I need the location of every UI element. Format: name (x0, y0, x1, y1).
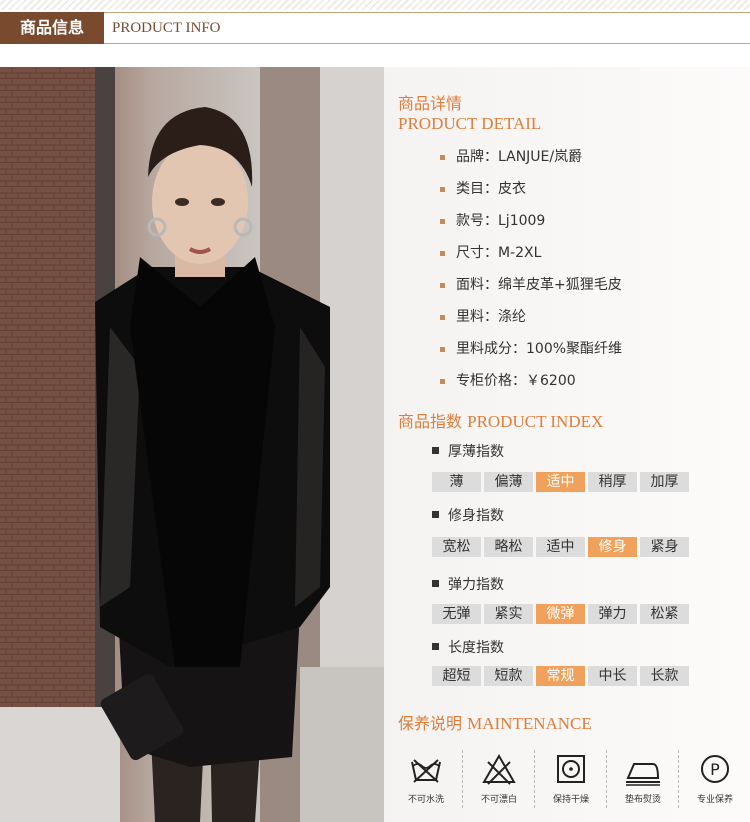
index-label-length: 长度指数 (432, 637, 504, 657)
header-title-cn: 商品信息 (0, 12, 104, 44)
index-option: 略松 (484, 537, 533, 557)
care-item-iron-with-cloth: 垫布熨烫 (606, 750, 678, 808)
index-label-elasticity: 弹力指数 (432, 574, 504, 594)
index-option: 松紧 (640, 604, 689, 624)
care-item-no-wash: 不可水洗 (390, 750, 462, 808)
index-option: 修身 (588, 537, 637, 557)
care-item-professional: P 专业保养 (678, 750, 750, 808)
maintenance-title-cn: 保养说明 (398, 714, 463, 733)
detail-item-fabric: 面料：绵羊皮革+狐狸毛皮 (440, 274, 622, 306)
index-option: 超短 (432, 666, 481, 686)
index-option: 长款 (640, 666, 689, 686)
index-label-thickness: 厚薄指数 (432, 441, 504, 461)
index-option: 适中 (536, 472, 585, 492)
no-wash-icon (411, 759, 441, 783)
index-title-en: PRODUCT INDEX (467, 412, 604, 431)
detail-title: 商品详情 PRODUCT DETAIL (398, 90, 541, 134)
care-label: 专业保养 (696, 795, 733, 805)
detail-item-price: 专柜价格：￥6200 (440, 370, 622, 402)
index-option: 宽松 (432, 537, 481, 557)
header-stripes (0, 0, 750, 10)
care-label: 垫布熨烫 (624, 795, 661, 805)
svg-text:P: P (710, 760, 720, 779)
index-option: 无弹 (432, 604, 481, 624)
index-title-cn: 商品指数 (398, 412, 463, 431)
care-label: 不可水洗 (407, 795, 444, 805)
detail-item-category: 类目：皮衣 (440, 178, 622, 210)
header-title-en: PRODUCT INFO (112, 20, 221, 36)
iron-with-cloth-icon (626, 763, 660, 786)
index-scale-length: 超短 短款 常规 中长 长款 (432, 666, 689, 686)
index-option: 微弹 (536, 604, 585, 624)
dry-flat-icon (557, 755, 585, 783)
index-option: 加厚 (640, 472, 689, 492)
detail-list: 品牌：LANJUE/岚爵 类目：皮衣 款号：Lj1009 尺寸：M-2XL 面料… (440, 146, 622, 402)
index-option: 短款 (484, 666, 533, 686)
care-icons: 不可水洗 不可漂白 保持干燥 垫布熨烫 P 专业保养 (390, 750, 750, 808)
index-option: 紧实 (484, 604, 533, 624)
index-option: 紧身 (640, 537, 689, 557)
model-illustration (0, 67, 384, 822)
maintenance-title: 保养说明 MAINTENANCE (398, 710, 592, 734)
no-bleach-icon (482, 753, 516, 785)
index-option: 稍厚 (588, 472, 637, 492)
care-item-no-bleach: 不可漂白 (462, 750, 534, 808)
index-option: 常规 (536, 666, 585, 686)
index-option: 薄 (432, 472, 481, 492)
professional-care-icon: P (701, 755, 729, 783)
index-option: 适中 (536, 537, 585, 557)
detail-item-size: 尺寸：M-2XL (440, 242, 622, 274)
detail-title-en: PRODUCT DETAIL (398, 114, 542, 133)
detail-title-cn: 商品详情 (398, 94, 463, 113)
index-option: 弹力 (588, 604, 637, 624)
care-item-keep-dry: 保持干燥 (534, 750, 606, 808)
index-option: 中长 (588, 666, 637, 686)
care-label: 保持干燥 (552, 795, 589, 805)
detail-item-style-no: 款号：Lj1009 (440, 210, 622, 242)
care-label: 不可漂白 (480, 795, 517, 805)
index-title: 商品指数 PRODUCT INDEX (398, 408, 603, 432)
detail-item-lining: 里料：涤纶 (440, 306, 622, 338)
product-photo (0, 67, 384, 822)
maintenance-title-en: MAINTENANCE (467, 714, 592, 733)
index-scale-elasticity: 无弹 紧实 微弹 弹力 松紧 (432, 604, 689, 624)
index-option: 偏薄 (484, 472, 533, 492)
section-header: 商品信息 PRODUCT INFO (0, 12, 750, 44)
detail-item-lining-composition: 里料成分：100%聚酯纤维 (440, 338, 622, 370)
index-scale-fit: 宽松 略松 适中 修身 紧身 (432, 537, 689, 557)
detail-item-brand: 品牌：LANJUE/岚爵 (440, 146, 622, 178)
index-label-fit: 修身指数 (432, 505, 504, 525)
index-scale-thickness: 薄 偏薄 适中 稍厚 加厚 (432, 472, 689, 492)
